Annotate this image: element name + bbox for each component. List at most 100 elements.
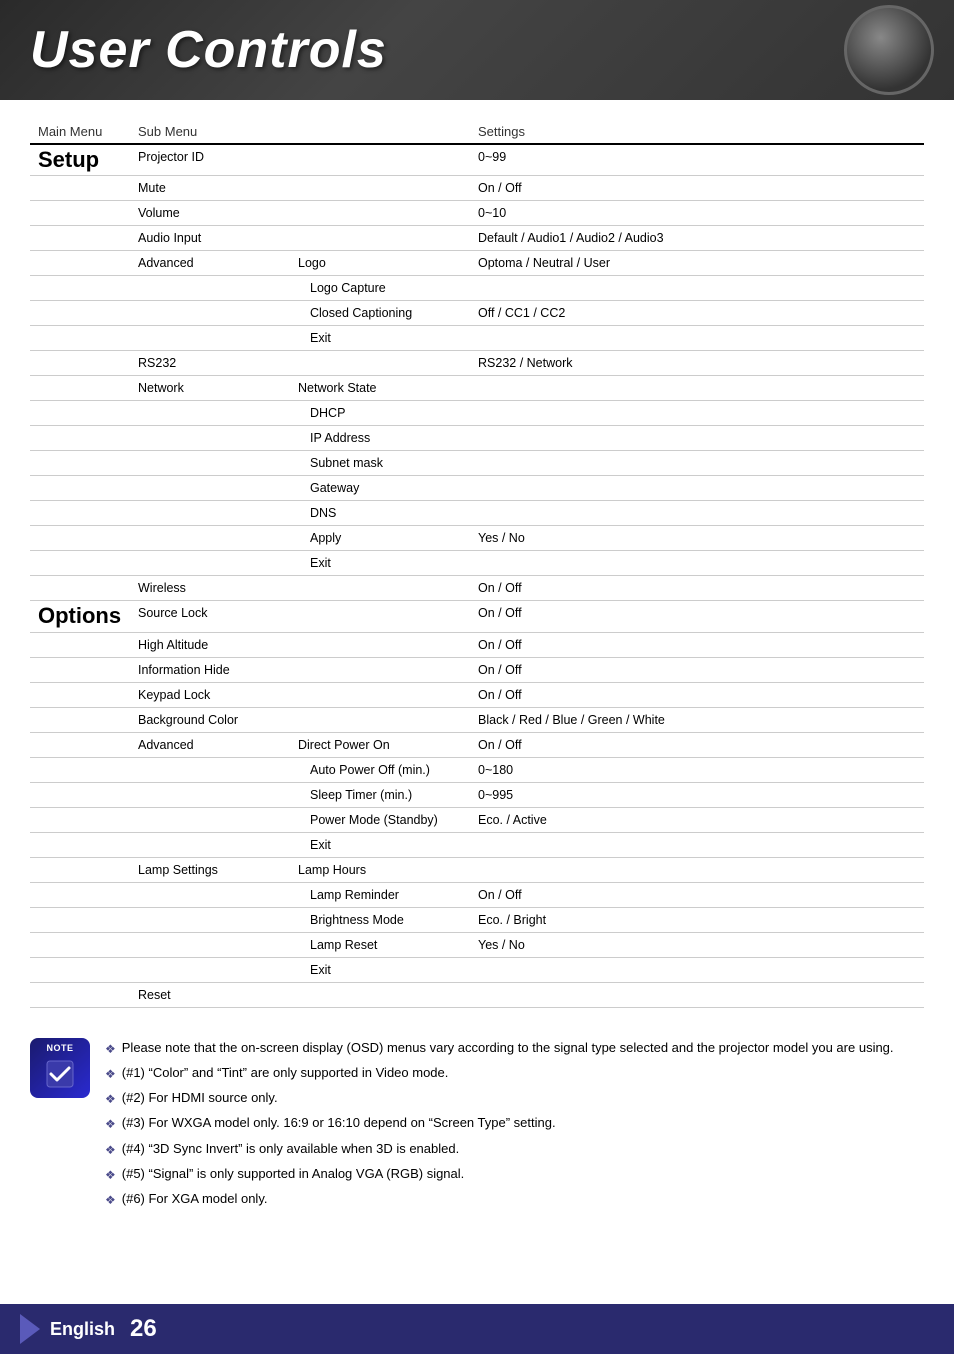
page-header: User Controls <box>0 0 954 100</box>
table-row: AdvancedDirect Power OnOn / Off <box>30 732 924 757</box>
col-header-main: Main Menu <box>30 120 130 144</box>
sub-menu-cell: Keypad Lock <box>130 682 290 707</box>
table-row: DNS <box>30 501 924 526</box>
note-list-item: ❖ (#6) For XGA model only. <box>105 1189 924 1210</box>
diamond-icon: ❖ <box>105 1115 116 1134</box>
page-footer: English 26 <box>0 1304 954 1354</box>
settings-cell: 0~180 <box>470 757 924 782</box>
table-row: DHCP <box>30 401 924 426</box>
main-menu-cell <box>30 326 130 351</box>
col-header-settings: Settings <box>470 120 924 144</box>
note-list-item: ❖(#1) “Color” and “Tint” are only suppor… <box>105 1063 924 1084</box>
settings-cell: Optoma / Neutral / User <box>470 251 924 276</box>
sub-menu-cell <box>130 782 290 807</box>
table-row: Brightness ModeEco. / Bright <box>30 907 924 932</box>
sub2-menu-cell: Network State <box>290 376 470 401</box>
footer-page-number: 26 <box>130 1315 157 1343</box>
main-menu-cell <box>30 682 130 707</box>
diamond-icon: ❖ <box>105 1166 116 1185</box>
sub-menu-cell <box>130 957 290 982</box>
table-row: IP Address <box>30 426 924 451</box>
table-row: WirelessOn / Off <box>30 576 924 601</box>
main-menu-cell <box>30 732 130 757</box>
diamond-icon: ❖ <box>105 1090 116 1109</box>
table-row: Information HideOn / Off <box>30 657 924 682</box>
sub-menu-cell: Audio Input <box>130 226 290 251</box>
sub-menu-cell <box>130 907 290 932</box>
settings-cell <box>470 276 924 301</box>
sub2-menu-cell: Brightness Mode <box>290 907 470 932</box>
diamond-icon: ❖ <box>105 1191 116 1210</box>
table-row: SetupProjector ID0~99 <box>30 144 924 176</box>
note-content: ❖ Please note that the on-screen display… <box>105 1038 924 1214</box>
settings-cell <box>470 326 924 351</box>
sub2-menu-cell <box>290 601 470 632</box>
note-item-text: (#2) For HDMI source only. <box>122 1088 278 1109</box>
sub2-menu-cell: Apply <box>290 526 470 551</box>
sub-menu-cell: Lamp Settings <box>130 857 290 882</box>
main-menu-cell <box>30 882 130 907</box>
main-menu-cell <box>30 526 130 551</box>
main-menu-cell <box>30 832 130 857</box>
col-header-sub2 <box>290 120 470 144</box>
note-item-text: (#4) “3D Sync Invert” is only available … <box>122 1139 459 1160</box>
sub2-menu-cell: Sleep Timer (min.) <box>290 782 470 807</box>
sub2-menu-cell: DNS <box>290 501 470 526</box>
table-row: Lamp ReminderOn / Off <box>30 882 924 907</box>
note-item-text: (#5) “Signal” is only supported in Analo… <box>122 1164 465 1185</box>
col-header-sub: Sub Menu <box>130 120 290 144</box>
note-item-text: (#6) For XGA model only. <box>122 1189 268 1210</box>
sub2-menu-cell <box>290 982 470 1007</box>
sub-menu-cell: High Altitude <box>130 632 290 657</box>
sub2-menu-cell <box>290 226 470 251</box>
table-row: Volume0~10 <box>30 201 924 226</box>
table-row: Subnet mask <box>30 451 924 476</box>
settings-cell: Yes / No <box>470 526 924 551</box>
table-row: Exit <box>30 957 924 982</box>
sub2-menu-cell <box>290 657 470 682</box>
sub-menu-cell <box>130 807 290 832</box>
settings-cell: On / Off <box>470 732 924 757</box>
section-label: Options <box>38 603 121 628</box>
main-menu-cell <box>30 276 130 301</box>
settings-cell <box>470 551 924 576</box>
sub-menu-cell <box>130 832 290 857</box>
sub2-menu-cell: Lamp Reminder <box>290 882 470 907</box>
sub2-menu-cell <box>290 682 470 707</box>
sub2-menu-cell <box>290 351 470 376</box>
main-menu-cell <box>30 632 130 657</box>
settings-cell <box>470 982 924 1007</box>
table-row: Keypad LockOn / Off <box>30 682 924 707</box>
table-row: Sleep Timer (min.)0~995 <box>30 782 924 807</box>
note-section: ❖ Please note that the on-screen display… <box>30 1028 924 1214</box>
main-menu-cell <box>30 576 130 601</box>
main-menu-cell: Options <box>30 601 130 632</box>
sub-menu-cell: Reset <box>130 982 290 1007</box>
sub2-menu-cell: Exit <box>290 551 470 576</box>
sub-menu-cell <box>130 426 290 451</box>
table-row: Auto Power Off (min.)0~180 <box>30 757 924 782</box>
sub-menu-cell: Source Lock <box>130 601 290 632</box>
note-list-item: ❖(#3) For WXGA model only. 16:9 or 16:10… <box>105 1113 924 1134</box>
table-row: Closed CaptioningOff / CC1 / CC2 <box>30 301 924 326</box>
table-row: AdvancedLogoOptoma / Neutral / User <box>30 251 924 276</box>
main-menu-cell <box>30 401 130 426</box>
settings-cell <box>470 376 924 401</box>
note-items-list: ❖ (#1) “Color” and “Tint” are only suppor… <box>105 1063 924 1210</box>
table-row: Exit <box>30 832 924 857</box>
settings-cell: RS232 / Network <box>470 351 924 376</box>
main-menu-cell <box>30 807 130 832</box>
settings-cell: On / Off <box>470 632 924 657</box>
table-row: MuteOn / Off <box>30 176 924 201</box>
note-main-text: Please note that the on-screen display (… <box>122 1038 894 1059</box>
sub-menu-cell <box>130 326 290 351</box>
sub2-menu-cell: Subnet mask <box>290 451 470 476</box>
main-menu-cell <box>30 426 130 451</box>
sub2-menu-cell: IP Address <box>290 426 470 451</box>
table-row: RS232RS232 / Network <box>30 351 924 376</box>
sub2-menu-cell <box>290 144 470 176</box>
settings-cell <box>470 857 924 882</box>
main-menu-cell <box>30 226 130 251</box>
sub2-menu-cell: Lamp Hours <box>290 857 470 882</box>
note-item-text: (#1) “Color” and “Tint” are only support… <box>122 1063 449 1084</box>
